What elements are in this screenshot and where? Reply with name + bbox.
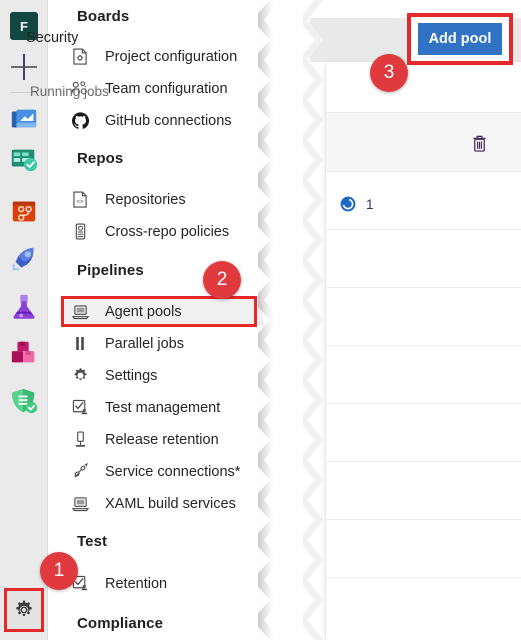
settings-gear-icon xyxy=(69,366,91,386)
running-jobs-count: 1 xyxy=(366,196,374,212)
add-pool-button[interactable]: Add pool xyxy=(418,23,502,55)
agent-online-icon xyxy=(340,196,356,212)
agent-pools-content-panel: 1 xyxy=(310,0,521,640)
nav-item-label: Project configuration xyxy=(105,48,238,65)
table-row-divider xyxy=(326,403,521,404)
table-row-divider xyxy=(326,171,521,172)
plus-icon xyxy=(11,54,37,80)
nav-item-label: GitHub connections xyxy=(105,112,232,129)
table-row-divider xyxy=(326,229,521,230)
project-configuration-icon xyxy=(69,47,91,67)
service-connections-icon xyxy=(69,462,91,482)
rail-item-security[interactable] xyxy=(0,382,48,420)
nav-item-release-retention[interactable]: Release retention xyxy=(63,425,263,454)
nav-group-compliance: Compliance xyxy=(77,615,164,632)
repos-icon xyxy=(12,201,36,222)
project-settings-button[interactable] xyxy=(4,588,44,632)
nav-item-label: Release retention xyxy=(105,431,219,448)
nav-item-settings[interactable]: Settings xyxy=(63,361,263,390)
rail-item-repos[interactable] xyxy=(0,192,48,230)
tab-security[interactable]: Security xyxy=(26,30,78,46)
table-row-divider xyxy=(326,461,521,462)
pool-status-row: 1 xyxy=(340,196,374,212)
svg-text:<>: <> xyxy=(76,198,84,205)
screenshot-root: F Boards Repos Pipelines Test Compliance… xyxy=(0,0,521,640)
table-row-divider xyxy=(326,287,521,288)
pipelines-icon xyxy=(12,247,34,271)
parallel-jobs-icon xyxy=(69,334,91,354)
rail-item-test-plans[interactable] xyxy=(0,288,48,326)
trash-icon xyxy=(473,135,486,152)
cross-repo-policies-icon xyxy=(69,222,91,242)
nav-group-test: Test xyxy=(77,533,108,550)
rail-item-overview[interactable] xyxy=(0,100,48,138)
nav-item-label: Service connections* xyxy=(105,463,241,480)
security-icon xyxy=(11,388,38,414)
nav-item-label: Retention xyxy=(105,575,168,592)
nav-item-service-connections[interactable]: Service connections* xyxy=(63,457,263,486)
gear-icon xyxy=(16,600,32,616)
xaml-build-services-icon xyxy=(69,494,91,514)
nav-item-label: XAML build services xyxy=(105,495,236,512)
nav-item-parallel-jobs[interactable]: Parallel jobs xyxy=(63,329,263,358)
step-badge-3: 3 xyxy=(370,54,408,92)
nav-item-label: Settings xyxy=(105,367,158,384)
nav-item-github-connections[interactable]: GitHub connections xyxy=(63,106,263,135)
nav-item-test-management[interactable]: Test management xyxy=(63,393,263,422)
nav-item-project-configuration[interactable]: Project configuration xyxy=(63,42,263,71)
step-badge-2: 2 xyxy=(203,261,241,299)
nav-item-label: Agent pools xyxy=(105,303,182,320)
nav-item-label: Team configuration xyxy=(105,80,228,97)
overview-icon xyxy=(11,109,37,128)
new-project-button[interactable] xyxy=(0,50,48,84)
nav-group-boards: Boards xyxy=(77,8,130,25)
test-plans-icon xyxy=(13,294,35,319)
nav-item-repositories[interactable]: <> Repositories xyxy=(63,185,263,214)
nav-item-label: Cross-repo policies xyxy=(105,223,230,240)
table-row-divider xyxy=(326,519,521,520)
nav-group-repos: Repos xyxy=(77,150,124,167)
nav-item-cross-repo-policies[interactable]: Cross-repo policies xyxy=(63,217,263,246)
table-row-divider xyxy=(326,345,521,346)
nav-group-pipelines: Pipelines xyxy=(77,262,144,279)
table-row-divider xyxy=(326,577,521,578)
nav-item-retention[interactable]: Retention xyxy=(63,569,263,598)
column-header-running-jobs: Running jobs xyxy=(30,84,109,99)
nav-item-label: Repositories xyxy=(105,191,186,208)
nav-item-label: Test management xyxy=(105,399,221,416)
repositories-icon: <> xyxy=(69,190,91,210)
artifacts-icon xyxy=(11,341,35,363)
nav-item-label: Parallel jobs xyxy=(105,335,184,352)
agent-pools-icon xyxy=(69,302,91,322)
nav-item-agent-pools[interactable]: Agent pools xyxy=(63,297,263,326)
rail-item-artifacts[interactable] xyxy=(0,334,48,372)
release-retention-icon xyxy=(69,430,91,450)
boards-icon xyxy=(11,149,38,172)
step-badge-1: 1 xyxy=(40,552,78,590)
delete-pool-button[interactable] xyxy=(471,134,488,158)
nav-item-xaml-build-services[interactable]: XAML build services xyxy=(63,489,263,518)
rail-item-pipelines[interactable] xyxy=(0,240,48,278)
test-management-icon xyxy=(69,398,91,418)
table-row[interactable] xyxy=(326,113,521,171)
github-icon xyxy=(69,111,91,131)
rail-item-boards[interactable] xyxy=(0,140,48,178)
